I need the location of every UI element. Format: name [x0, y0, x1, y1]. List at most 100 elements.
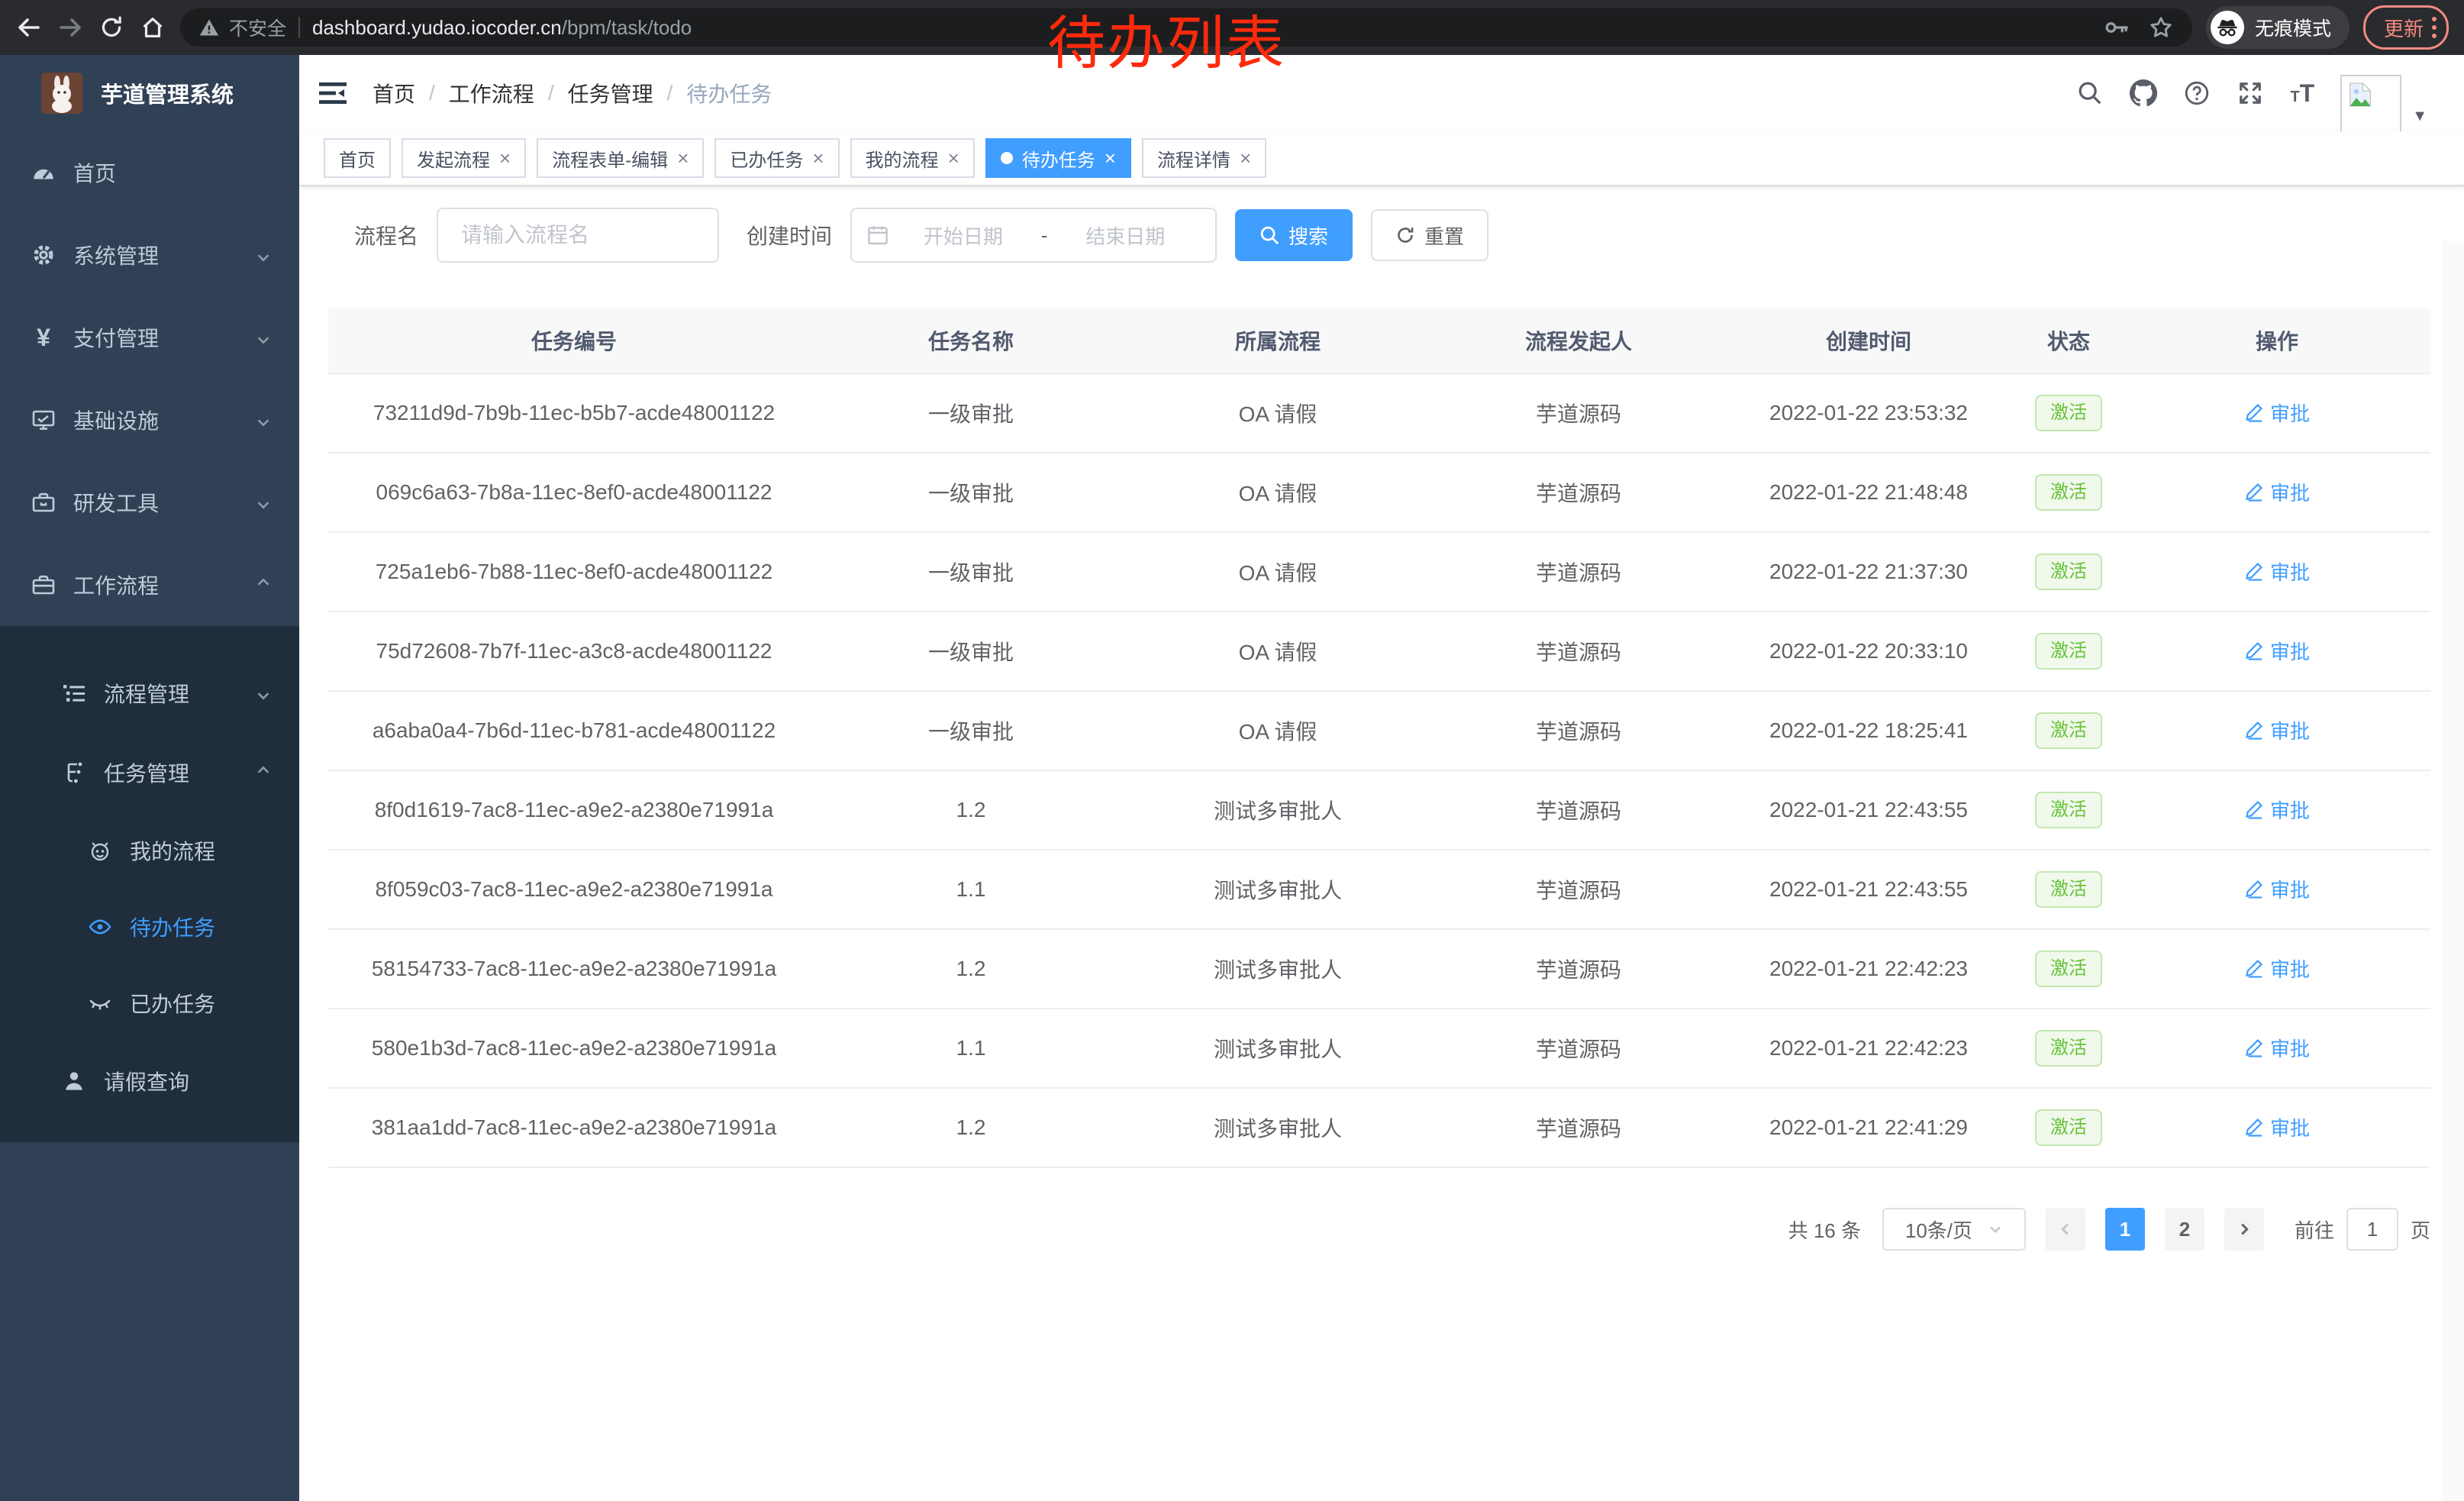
process-name-input[interactable]: [437, 208, 719, 263]
tab-3[interactable]: 已办任务 ×: [714, 138, 839, 178]
tab-2[interactable]: 流程表单-编辑×: [537, 138, 704, 178]
sidebar-item-payment[interactable]: ¥ 支付管理: [0, 296, 299, 379]
approve-link[interactable]: 审批: [2244, 637, 2310, 665]
page-button-2[interactable]: 2: [2165, 1208, 2204, 1251]
tab-close-icon[interactable]: ×: [677, 148, 689, 168]
gear-icon: [31, 242, 56, 268]
sidebar-item-todo-tasks[interactable]: 待办任务: [0, 889, 299, 965]
caret-down-icon[interactable]: ▼: [2412, 108, 2427, 125]
sidebar-item-process-management[interactable]: 流程管理: [0, 654, 299, 733]
broken-image-icon: [2345, 79, 2375, 110]
github-icon[interactable]: [2130, 79, 2157, 107]
page-button-1[interactable]: 1: [2105, 1208, 2145, 1251]
briefcase-icon: [31, 572, 56, 598]
cell-action: 审批: [2124, 929, 2430, 1009]
status-badge: 激活: [2035, 951, 2102, 987]
header-create-time: 创建时间: [1724, 308, 2014, 373]
chevron-down-icon: [255, 329, 272, 346]
sidebar-item-home[interactable]: 首页: [0, 131, 299, 214]
yen-icon: ¥: [31, 324, 56, 350]
approve-label: 审批: [2270, 875, 2310, 903]
tab-6[interactable]: 流程详情×: [1142, 138, 1266, 178]
search-button-label: 搜索: [1288, 221, 1328, 250]
sidebar-collapse-icon[interactable]: [318, 78, 348, 108]
sidebar-item-done-tasks[interactable]: 已办任务: [0, 965, 299, 1041]
fullscreen-icon[interactable]: [2237, 79, 2264, 107]
tab-label: 已办任务: [730, 145, 803, 172]
next-page-button[interactable]: [2224, 1208, 2264, 1251]
approve-link[interactable]: 审批: [2244, 557, 2310, 586]
reset-button[interactable]: 重置: [1371, 209, 1488, 261]
approve-link[interactable]: 审批: [2244, 796, 2310, 824]
cell-process: OA 请假: [1122, 373, 1434, 453]
edit-icon: [2244, 1117, 2264, 1137]
back-icon[interactable]: [15, 14, 43, 41]
breadcrumb-home[interactable]: 首页: [373, 78, 415, 108]
bookmark-star-icon[interactable]: [2148, 15, 2174, 40]
page-size-select[interactable]: 10条/页: [1882, 1208, 2026, 1251]
security-status[interactable]: 不安全: [198, 14, 286, 41]
sidebar-item-task-management[interactable]: 任务管理: [0, 733, 299, 812]
forward-icon[interactable]: [56, 14, 84, 41]
cell-initiator: 芋道源码: [1434, 1009, 1724, 1088]
search-icon[interactable]: [2076, 79, 2104, 107]
tab-0[interactable]: 首页: [324, 138, 391, 178]
tab-close-icon[interactable]: ×: [499, 148, 511, 168]
help-icon[interactable]: [2183, 79, 2211, 107]
approve-link[interactable]: 审批: [2244, 478, 2310, 506]
approve-link[interactable]: 审批: [2244, 716, 2310, 744]
tab-close-icon[interactable]: ×: [1105, 148, 1116, 168]
edit-icon: [2244, 1038, 2264, 1057]
cell-action: 审批: [2124, 373, 2430, 453]
tab-close-icon[interactable]: ×: [1240, 148, 1251, 168]
search-button[interactable]: 搜索: [1235, 209, 1353, 261]
approve-link[interactable]: 审批: [2244, 1034, 2310, 1062]
approve-label: 审批: [2270, 1034, 2310, 1062]
cell-initiator: 芋道源码: [1434, 453, 1724, 532]
cell-id: a6aba0a4-7b6d-11ec-b781-acde48001122: [328, 691, 820, 770]
calendar-icon: [867, 224, 889, 246]
status-badge: 激活: [2035, 871, 2102, 908]
flow-icon: [61, 760, 87, 786]
font-size-icon[interactable]: TT: [2290, 79, 2314, 108]
approve-link[interactable]: 审批: [2244, 399, 2310, 427]
sidebar-item-infrastructure[interactable]: 基础设施: [0, 379, 299, 461]
approve-link[interactable]: 审批: [2244, 1113, 2310, 1141]
breadcrumb-workflow[interactable]: 工作流程: [449, 78, 534, 108]
sidebar-item-workflow[interactable]: 工作流程: [0, 544, 299, 626]
cell-process: 测试多审批人: [1122, 929, 1434, 1009]
approve-label: 审批: [2270, 637, 2310, 665]
sidebar-item-devtools[interactable]: 研发工具: [0, 461, 299, 544]
approve-link[interactable]: 审批: [2244, 954, 2310, 983]
avatar[interactable]: [2340, 75, 2401, 133]
tab-close-icon[interactable]: ×: [948, 148, 959, 168]
cell-name: 一级审批: [820, 373, 1122, 453]
tab-close-icon[interactable]: ×: [812, 148, 824, 168]
reload-icon[interactable]: [98, 14, 125, 41]
sidebar-item-leave-query[interactable]: 请假查询: [0, 1041, 299, 1121]
prev-page-button[interactable]: [2046, 1208, 2085, 1251]
scrollbar-gutter[interactable]: [2443, 241, 2464, 1501]
app-title: 芋道管理系统: [101, 77, 234, 109]
app-logo[interactable]: 芋道管理系统: [0, 55, 299, 131]
goto-page-input[interactable]: [2346, 1208, 2398, 1251]
tab-5[interactable]: 待办任务×: [985, 138, 1131, 178]
key-icon[interactable]: [2104, 15, 2130, 40]
browser-update-button[interactable]: 更新: [2363, 5, 2449, 50]
date-range-picker[interactable]: 开始日期 - 结束日期: [850, 208, 1217, 263]
approve-link[interactable]: 审批: [2244, 875, 2310, 903]
tab-4[interactable]: 我的流程×: [850, 138, 975, 178]
browser-menu-icon[interactable]: [2431, 15, 2437, 40]
sidebar-item-system[interactable]: 系统管理: [0, 214, 299, 296]
tab-1[interactable]: 发起流程×: [402, 138, 526, 178]
pagination: 共 16 条 10条/页 12 前往 页: [328, 1208, 2430, 1251]
cell-status: 激活: [2014, 373, 2124, 453]
cell-initiator: 芋道源码: [1434, 691, 1724, 770]
table-row: a6aba0a4-7b6d-11ec-b781-acde48001122一级审批…: [328, 691, 2430, 770]
home-icon[interactable]: [139, 14, 166, 41]
breadcrumb-task-management[interactable]: 任务管理: [568, 78, 653, 108]
sidebar-item-label: 工作流程: [73, 570, 159, 600]
sidebar-item-my-process[interactable]: 我的流程: [0, 812, 299, 889]
breadcrumb-separator: /: [667, 81, 673, 105]
approve-label: 审批: [2270, 954, 2310, 983]
